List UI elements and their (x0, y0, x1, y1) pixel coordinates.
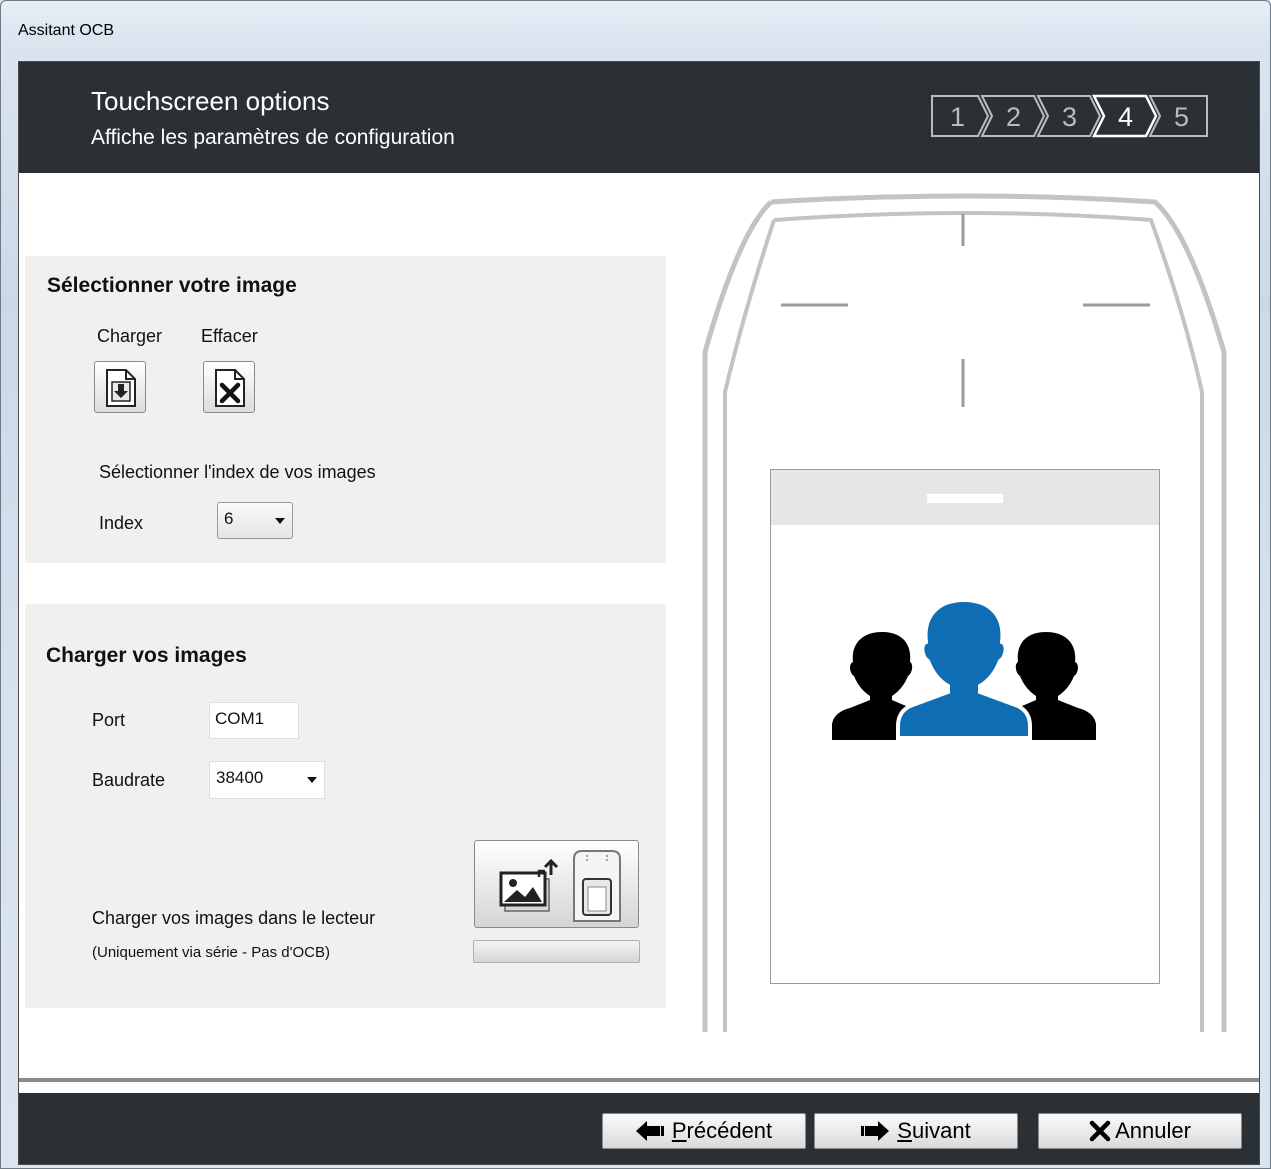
load-images-title: Charger vos images (46, 644, 247, 667)
wizard-header: Touchscreen options Affiche les paramètr… (19, 62, 1259, 173)
device-screen-notch (927, 494, 1003, 503)
port-field[interactable]: COM1 (209, 702, 299, 739)
baudrate-select-value: 38400 (216, 768, 264, 787)
cancel-button[interactable]: Annuler (1038, 1113, 1242, 1149)
wizard-footer: Précédent Suivant Annuler (19, 1093, 1259, 1164)
step-2-label: 2 (1006, 102, 1021, 132)
load-images-panel: Charger vos images Port COM1 Baudrate 38… (25, 604, 666, 1008)
arrow-right-icon (861, 1121, 890, 1141)
step-5-label: 5 (1174, 102, 1189, 132)
image-upload-icon (499, 859, 559, 912)
select-image-panel: Sélectionner votre image Charger Effacer (25, 256, 666, 563)
chevron-down-icon (275, 518, 285, 524)
arrow-left-icon (635, 1121, 664, 1141)
baudrate-label: Baudrate (92, 770, 166, 790)
load-image-label: Charger (97, 326, 163, 346)
reader-upload-label: Charger vos images dans le lecteur (92, 908, 376, 928)
close-icon (1089, 1120, 1111, 1142)
step-indicator: 1 2 3 4 5 (931, 94, 1208, 138)
app-window: Assitant OCB Touchscreen options Affiche… (0, 0, 1271, 1169)
upload-progress-bar (473, 940, 640, 963)
page-subtitle: Affiche les paramètres de configuration (91, 126, 455, 149)
index-select[interactable]: 6 (217, 502, 293, 539)
clear-image-label: Effacer (201, 326, 258, 346)
clear-image-button[interactable] (203, 361, 255, 413)
select-image-title: Sélectionner votre image (47, 274, 297, 297)
wizard-frame: Touchscreen options Affiche les paramètr… (18, 61, 1260, 1165)
cancel-button-label: Annuler (1115, 1118, 1191, 1143)
window-title: Assitant OCB (18, 22, 115, 39)
previous-button[interactable]: Précédent (602, 1113, 806, 1149)
index-select-value: 6 (224, 509, 234, 528)
step-1-label: 1 (950, 102, 965, 132)
index-prompt: Sélectionner l'index de vos images (99, 462, 376, 482)
device-screen (770, 469, 1160, 984)
load-image-button[interactable] (94, 361, 146, 413)
next-button[interactable]: Suivant (814, 1113, 1018, 1149)
title-bar[interactable]: Assitant OCB (1, 1, 1270, 53)
footer-separator (19, 1078, 1259, 1082)
device-outline-outer-left (702, 200, 773, 1032)
page-title: Touchscreen options (91, 86, 330, 116)
users-group-icon (832, 600, 1096, 740)
card-reader-icon (573, 850, 621, 922)
baudrate-select[interactable]: 38400 (209, 761, 325, 799)
previous-button-label: Précédent (671, 1118, 773, 1143)
file-download-icon (106, 369, 136, 407)
file-delete-icon (215, 369, 245, 407)
step-3-label: 3 (1062, 102, 1077, 132)
step-4-label: 4 (1118, 102, 1133, 132)
index-label: Index (99, 513, 144, 533)
device-outline-inner-left (723, 219, 776, 1032)
reader-upload-note: (Uniquement via série - Pas d'OCB) (92, 944, 330, 961)
chevron-down-icon (307, 777, 317, 783)
device-screen-header (771, 470, 1159, 525)
next-button-label: Suivant (897, 1118, 971, 1143)
upload-to-reader-button[interactable] (474, 840, 639, 928)
port-label: Port (92, 710, 126, 730)
